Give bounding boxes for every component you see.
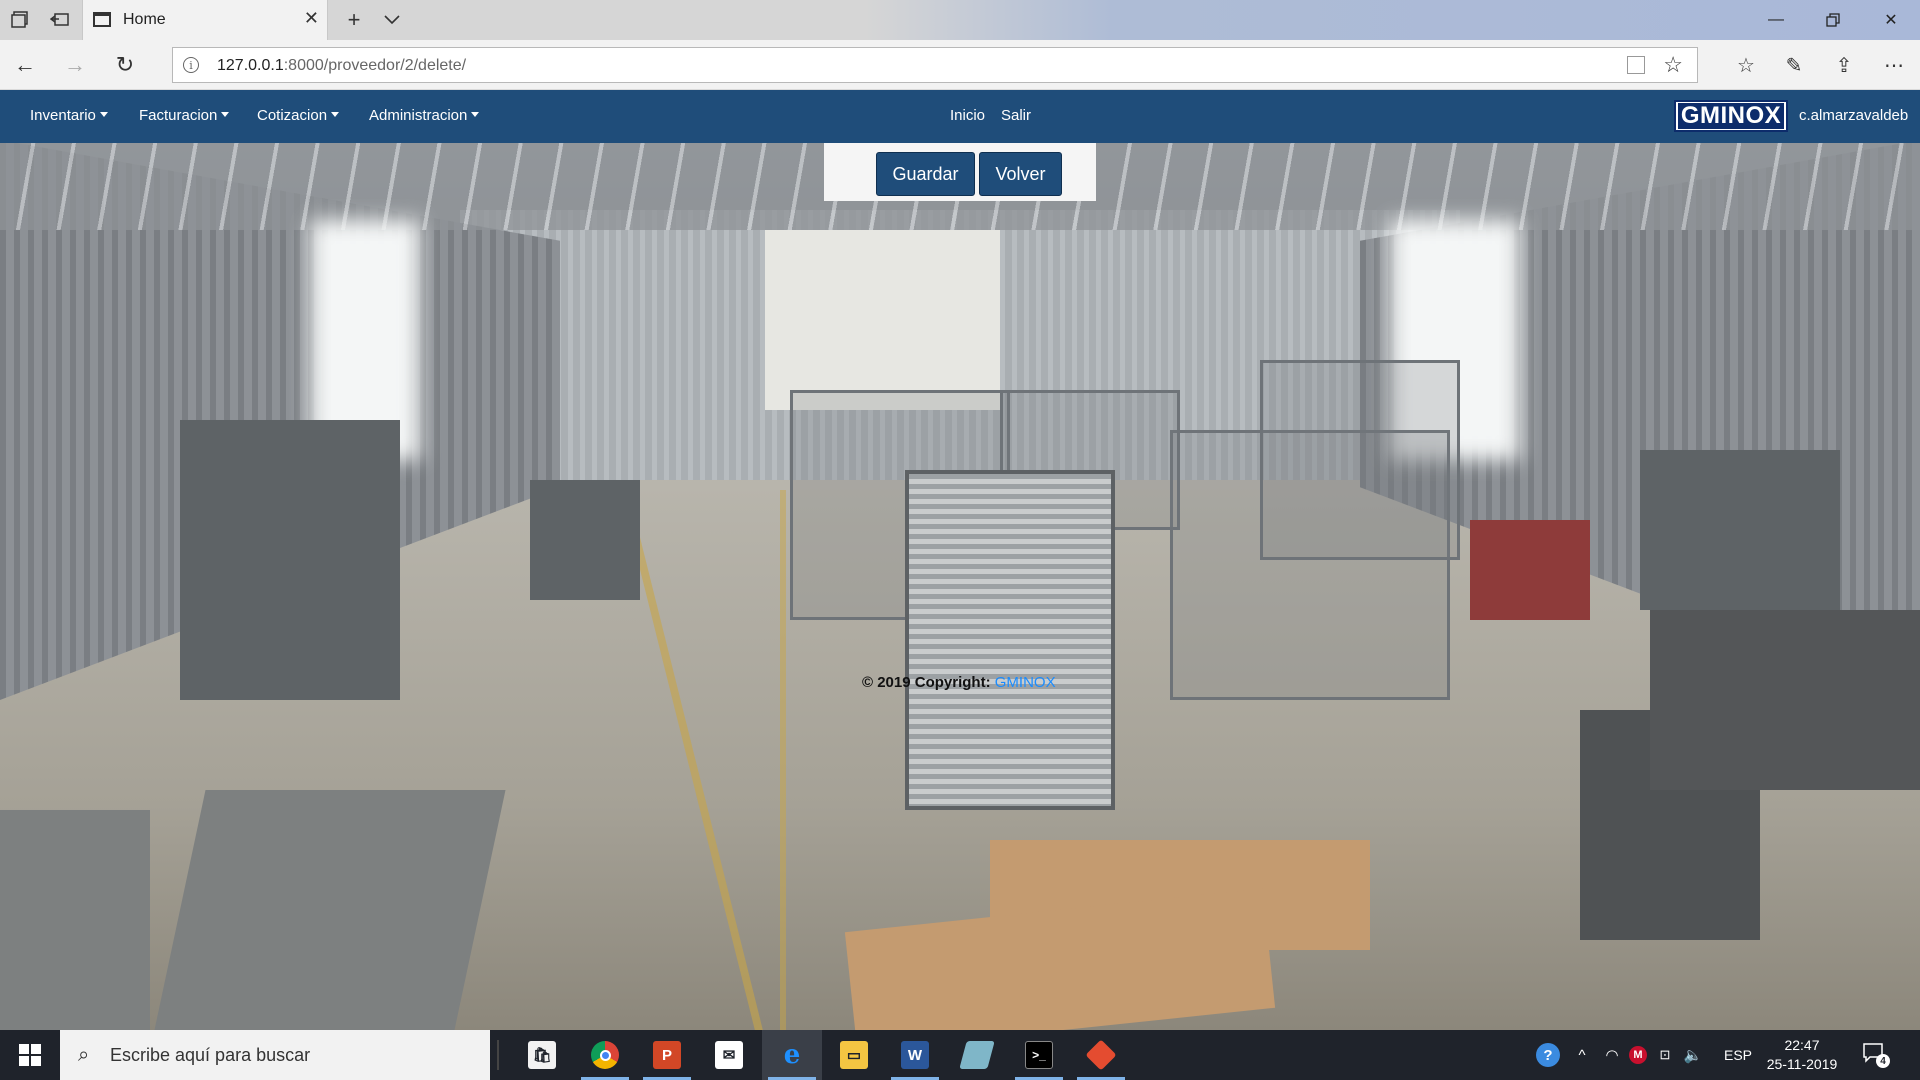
search-icon: ⌕ xyxy=(78,1044,90,1066)
dropdown-caret-icon xyxy=(331,112,340,117)
more-options-icon[interactable]: ⋯ xyxy=(1880,51,1908,79)
delete-form-panel: Guardar Volver xyxy=(824,143,1096,201)
site-info-icon[interactable]: i xyxy=(183,57,199,73)
menu-inventario[interactable]: Inventario xyxy=(30,107,108,124)
url-text: 127.0.0.1:8000/proveedor/2/delete/ xyxy=(217,57,466,75)
tab-preview-chevron-icon[interactable] xyxy=(380,8,404,32)
menu-administracion-label: Administracion xyxy=(369,107,468,124)
url-path: :8000/proveedor/2/delete/ xyxy=(283,57,467,74)
clock-date: 25-11-2019 xyxy=(1766,1056,1838,1072)
dropdown-caret-icon xyxy=(471,112,480,117)
nav-link-salir[interactable]: Salir xyxy=(1001,107,1031,124)
help-icon[interactable]: ? xyxy=(1530,1030,1566,1080)
reading-view-icon[interactable] xyxy=(1627,56,1645,74)
back-icon[interactable]: ← xyxy=(12,52,38,78)
network-icon[interactable]: ⊡ xyxy=(1652,1030,1678,1080)
url-field[interactable]: i 127.0.0.1:8000/proveedor/2/delete/ ☆ xyxy=(172,47,1698,83)
wifi-icon[interactable]: ◠ xyxy=(1600,1030,1624,1080)
url-host: 127.0.0.1 xyxy=(217,57,284,74)
dropdown-caret-icon xyxy=(221,112,230,117)
minimize-icon[interactable]: — xyxy=(1753,6,1799,34)
copyright-text: © 2019 Copyright: xyxy=(862,674,995,691)
menu-facturacion[interactable]: Facturacion xyxy=(139,107,230,124)
menu-inventario-label: Inventario xyxy=(30,107,96,124)
tab-actions-icon[interactable] xyxy=(8,8,32,32)
chrome-icon[interactable] xyxy=(575,1030,635,1080)
windows-start-icon[interactable] xyxy=(0,1030,60,1080)
git-icon[interactable] xyxy=(1071,1030,1131,1080)
menu-cotizacion-label: Cotizacion xyxy=(257,107,328,124)
system-clock[interactable]: 22:47 25-11-2019 xyxy=(1764,1036,1840,1074)
notification-count-badge: 4 xyxy=(1876,1054,1890,1068)
favorite-star-icon[interactable]: ☆ xyxy=(1663,52,1683,78)
action-center-icon[interactable]: 4 xyxy=(1862,1042,1890,1068)
menu-cotizacion[interactable]: Cotizacion xyxy=(257,107,340,124)
powerpoint-icon[interactable]: P xyxy=(637,1030,697,1080)
close-tab-icon[interactable]: ✕ xyxy=(304,8,319,29)
taskbar-search-field[interactable]: ⌕ Escribe aquí para buscar xyxy=(60,1030,490,1080)
tab-home[interactable]: Home ✕ xyxy=(82,0,328,40)
footer-copyright: © 2019 Copyright: GMINOX xyxy=(862,674,1056,691)
browser-tab-bar: Home ✕ + — ✕ xyxy=(0,0,1920,40)
refresh-icon[interactable]: ↻ xyxy=(112,52,138,78)
store-icon[interactable]: 🛍 xyxy=(512,1030,572,1080)
set-tabs-aside-icon[interactable] xyxy=(48,8,72,32)
username[interactable]: c.almarzavaldeb xyxy=(1799,107,1908,124)
restore-icon[interactable] xyxy=(1810,6,1856,34)
address-bar-row: ← → ↻ i 127.0.0.1:8000/proveedor/2/delet… xyxy=(0,40,1920,90)
page-content: Inventario Facturacion Cotizacion Admini… xyxy=(0,90,1920,1030)
windows-taskbar: ⌕ Escribe aquí para buscar 🛍 P ✉ e ▭ W >… xyxy=(0,1030,1920,1080)
save-button[interactable]: Guardar xyxy=(876,152,975,196)
close-window-icon[interactable]: ✕ xyxy=(1868,6,1914,34)
taskbar-divider xyxy=(497,1040,499,1070)
show-hidden-icons-chevron-icon[interactable]: ^ xyxy=(1570,1030,1594,1080)
volume-icon[interactable]: 🔈 xyxy=(1680,1030,1706,1080)
app-navbar: Inventario Facturacion Cotizacion Admini… xyxy=(0,90,1920,143)
share-icon[interactable]: ⇪ xyxy=(1830,51,1858,79)
brand-logo-text: GMINOX xyxy=(1678,103,1784,129)
search-placeholder: Escribe aquí para buscar xyxy=(110,1045,311,1065)
forward-icon[interactable]: → xyxy=(62,52,88,78)
web-note-pen-icon[interactable]: ✎ xyxy=(1780,51,1808,79)
menu-facturacion-label: Facturacion xyxy=(139,107,218,124)
3d-viewer-icon[interactable] xyxy=(947,1030,1007,1080)
favorites-hub-icon[interactable]: ☆ xyxy=(1732,51,1760,79)
file-explorer-icon[interactable]: ▭ xyxy=(824,1030,884,1080)
nav-link-inicio[interactable]: Inicio xyxy=(950,107,985,124)
terminal-icon[interactable]: >_ xyxy=(1009,1030,1069,1080)
brand-logo[interactable]: GMINOX xyxy=(1674,100,1788,132)
clock-time: 22:47 xyxy=(1784,1037,1820,1053)
antivirus-icon[interactable]: M xyxy=(1626,1030,1650,1080)
tab-title: Home xyxy=(123,11,166,28)
dropdown-caret-icon xyxy=(99,112,108,117)
mail-icon[interactable]: ✉ xyxy=(699,1030,759,1080)
footer-brand-link[interactable]: GMINOX xyxy=(995,674,1056,691)
back-button[interactable]: Volver xyxy=(979,152,1062,196)
input-language[interactable]: ESP xyxy=(1716,1030,1760,1080)
edge-icon[interactable]: e xyxy=(762,1030,822,1080)
new-tab-icon[interactable]: + xyxy=(342,7,366,32)
menu-administracion[interactable]: Administracion xyxy=(369,107,480,124)
page-icon xyxy=(93,12,111,27)
word-icon[interactable]: W xyxy=(885,1030,945,1080)
